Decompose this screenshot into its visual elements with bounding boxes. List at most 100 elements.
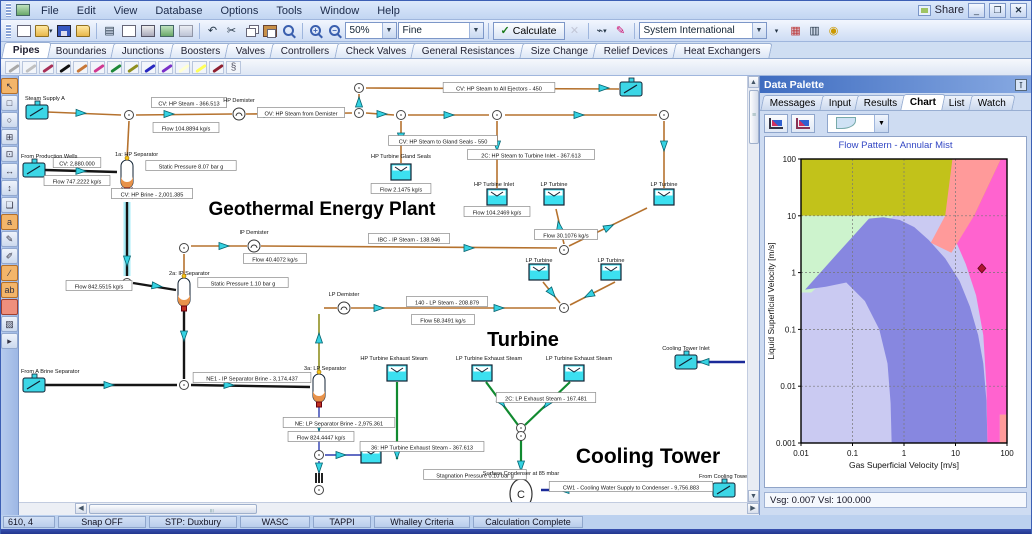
calculate-button[interactable]: ✓Calculate <box>493 22 565 40</box>
palette-tab-results[interactable]: Results <box>854 95 907 110</box>
annotation-a-tool[interactable]: a <box>1 214 18 230</box>
menu-file[interactable]: File <box>32 3 68 19</box>
menu-window[interactable]: Window <box>311 3 368 19</box>
zoom-out-icon[interactable]: − <box>326 22 344 40</box>
resize-tool[interactable]: ↕ <box>1 180 18 196</box>
marquee-select-tool[interactable]: □ <box>1 95 18 111</box>
pan-tool[interactable]: ↔ <box>1 163 18 179</box>
tab-check-valves[interactable]: Check Valves <box>334 43 418 58</box>
pipe[interactable] <box>261 246 557 248</box>
jct-node[interactable] <box>560 304 569 313</box>
zoom-level-select[interactable]: 50%▼ <box>345 22 397 39</box>
flow-pattern-dropdown[interactable]: ▼ <box>827 114 889 133</box>
unit-options-icon[interactable]: ▦ <box>787 22 805 40</box>
scroll-up-icon[interactable]: ▲ <box>748 76 759 88</box>
share-icon[interactable] <box>918 5 931 16</box>
pen-style-10[interactable] <box>158 61 173 74</box>
units-select[interactable]: System International▼ <box>639 22 767 39</box>
chart-settings-icon[interactable] <box>764 114 788 133</box>
detail-level-select[interactable]: Fine▼ <box>398 22 484 39</box>
save-icon[interactable] <box>55 22 73 40</box>
equip-node[interactable] <box>23 374 45 392</box>
palette-tab-messages[interactable]: Messages <box>760 95 825 110</box>
sep-node[interactable] <box>178 274 190 311</box>
share-label[interactable]: Share <box>935 4 964 16</box>
dem-node[interactable] <box>233 108 245 120</box>
menu-help[interactable]: Help <box>368 3 409 19</box>
jct-node[interactable] <box>397 111 406 120</box>
flowsheet-diagram[interactable]: CCV: HP Steam - 366.513Flow 104.8894 kg/… <box>19 76 759 514</box>
tab-boundaries[interactable]: Boundaries <box>44 43 118 58</box>
pen-tool[interactable]: ✎ <box>1 231 18 247</box>
tank-node[interactable] <box>544 189 564 205</box>
help-icon[interactable]: ◉ <box>825 22 843 40</box>
pipe-spring-tool[interactable]: § <box>226 61 241 74</box>
lasso-select-tool[interactable]: ○ <box>1 112 18 128</box>
tab-general-resistances[interactable]: General Resistances <box>410 43 526 58</box>
scroll-down-icon[interactable]: ▼ <box>748 490 759 502</box>
pipe[interactable] <box>191 385 310 387</box>
tank-node[interactable] <box>601 264 621 280</box>
equip-node[interactable] <box>713 479 735 497</box>
cut-icon[interactable]: ✂ <box>223 22 241 40</box>
select-tool[interactable]: ↖ <box>1 78 18 94</box>
pen-style-4[interactable] <box>56 61 71 74</box>
paste-icon[interactable] <box>261 22 279 40</box>
tab-pipes[interactable]: Pipes <box>1 42 51 58</box>
tab-heat-exchangers[interactable]: Heat Exchangers <box>672 43 772 58</box>
pen-style-3[interactable] <box>39 61 54 74</box>
jct-node[interactable] <box>180 381 189 390</box>
scroll-left-icon[interactable]: ◀ <box>75 503 87 514</box>
pen-style-9[interactable] <box>141 61 156 74</box>
pattern-tool[interactable]: ▨ <box>1 316 18 332</box>
pencil-tool[interactable]: ✐ <box>1 248 18 264</box>
text-ab-tool[interactable]: ab <box>1 282 18 298</box>
units-dropdown-icon[interactable]: ▾ <box>768 22 786 40</box>
jct-node[interactable] <box>125 111 134 120</box>
model-canvas[interactable]: CCV: HP Steam - 366.513Flow 104.8894 kg/… <box>19 76 759 515</box>
dem-node[interactable] <box>338 302 350 314</box>
print-preview-icon[interactable] <box>120 22 138 40</box>
equip-node[interactable] <box>675 351 697 369</box>
export-image-icon[interactable] <box>158 22 176 40</box>
export-chart-icon[interactable] <box>791 114 815 133</box>
jct-node[interactable] <box>517 432 526 441</box>
close-button[interactable]: ✕ <box>1010 3 1027 18</box>
sep-node[interactable] <box>121 156 133 193</box>
pen-style-2[interactable] <box>22 61 37 74</box>
zoom-window-tool[interactable]: ⊞ <box>1 129 18 145</box>
paint-icon[interactable]: ✎ <box>612 22 630 40</box>
vertical-scroll-thumb[interactable]: ≡ <box>749 90 759 144</box>
tank-node[interactable] <box>387 365 407 381</box>
jct-node[interactable] <box>315 486 324 495</box>
minimize-button[interactable]: _ <box>968 3 985 18</box>
open-folder-icon[interactable] <box>74 22 92 40</box>
tank-node[interactable] <box>654 189 674 205</box>
jct-node[interactable] <box>560 246 569 255</box>
undo-icon[interactable]: ↶ <box>204 22 222 40</box>
pen-style-8[interactable] <box>124 61 139 74</box>
jct-node[interactable] <box>355 84 364 93</box>
layout-icon[interactable]: ▤ <box>101 22 119 40</box>
selection-frame-tool[interactable]: ⊡ <box>1 146 18 162</box>
copy-icon[interactable] <box>242 22 260 40</box>
new-document-icon[interactable] <box>15 22 33 40</box>
horizontal-scroll-thumb[interactable]: ≡ <box>89 504 257 514</box>
pen-style-1[interactable] <box>5 61 20 74</box>
open-file-icon[interactable]: ▾ <box>34 22 54 40</box>
palette-tab-chart[interactable]: Chart <box>900 94 946 110</box>
flow-pattern-chart[interactable]: 1001010.10.010.0010.010.1110100Gas Super… <box>765 151 1027 485</box>
equip-node[interactable] <box>23 159 45 177</box>
menu-tools[interactable]: Tools <box>267 3 311 19</box>
callout-tool[interactable]: ❏ <box>1 197 18 213</box>
tank-node[interactable] <box>487 189 507 205</box>
tab-boosters[interactable]: Boosters <box>169 43 232 58</box>
restore-button[interactable]: ❐ <box>989 3 1006 18</box>
tab-size-change[interactable]: Size Change <box>519 43 599 58</box>
jct-node[interactable] <box>180 244 189 253</box>
canvas-horizontal-scrollbar[interactable]: ◀ ≡ ▶ <box>19 502 759 515</box>
pen-style-5[interactable] <box>73 61 88 74</box>
menu-edit[interactable]: Edit <box>68 3 105 19</box>
tab-relief-devices[interactable]: Relief Devices <box>593 43 680 58</box>
pipe-style-icon[interactable]: ⌁▾ <box>593 22 611 40</box>
